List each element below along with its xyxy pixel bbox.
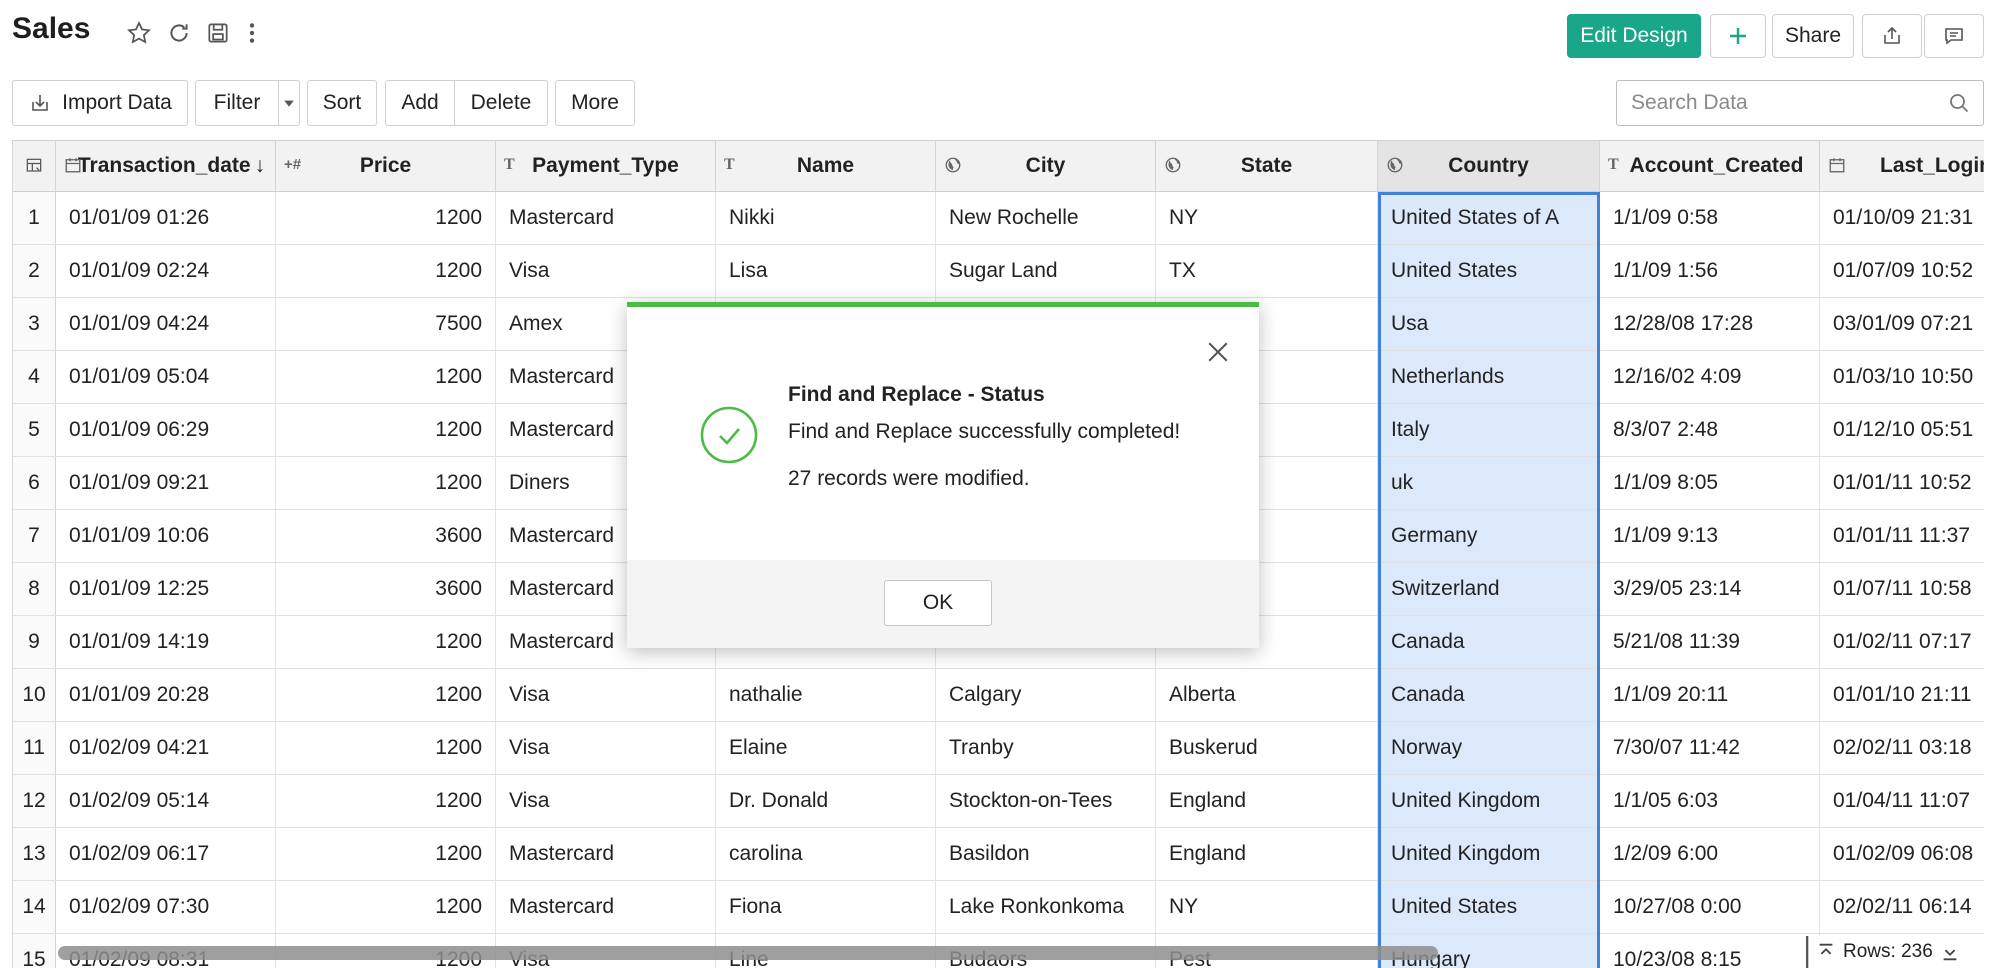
close-icon[interactable] [1203, 337, 1233, 367]
dialog-overlay: Find and Replace - Status Find and Repla… [0, 0, 2000, 968]
dialog-title: Find and Replace - Status [788, 383, 1045, 406]
dialog-footer: OK [627, 560, 1259, 648]
success-check-icon [700, 406, 758, 464]
dialog-message: Find and Replace successfully completed! [788, 420, 1181, 443]
dialog-record-count: 27 records were modified. [788, 467, 1030, 490]
ok-button[interactable]: OK [884, 580, 992, 626]
status-dialog: Find and Replace - Status Find and Repla… [627, 302, 1259, 648]
